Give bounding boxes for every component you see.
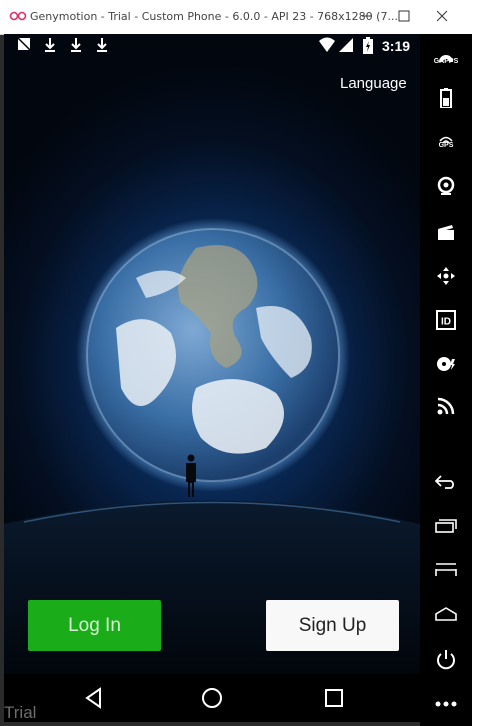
battery-icon <box>440 88 452 108</box>
wifi-icon <box>319 37 335 52</box>
network-button[interactable] <box>432 392 460 420</box>
gps-button[interactable] <box>432 126 460 154</box>
android-nav-bar <box>4 674 420 722</box>
status-clock: 3:19 <box>382 38 411 54</box>
more-icon <box>435 701 457 707</box>
disk-io-icon <box>437 357 455 371</box>
gapps-button[interactable] <box>432 42 460 70</box>
nav-home-button[interactable] <box>200 686 224 710</box>
phone-display: 3:19 Language Log In Sign Up <box>4 34 420 722</box>
remote-control-button[interactable] <box>432 262 460 290</box>
id-label: ID <box>441 317 451 328</box>
no-sim-icon <box>17 37 31 51</box>
gapps-label: GAPPS <box>433 58 459 65</box>
login-button[interactable]: Log In <box>28 600 161 651</box>
status-bar: 3:19 <box>4 34 420 58</box>
home-icon <box>435 607 457 621</box>
more-button[interactable] <box>432 690 460 718</box>
window-title: Genymotion - Trial - Custom Phone - 6.0.… <box>30 10 398 23</box>
trial-watermark: Trial <box>4 703 37 722</box>
capture-button[interactable] <box>432 218 460 246</box>
menu-icon <box>435 563 457 576</box>
close-button[interactable] <box>428 5 456 27</box>
power-button[interactable] <box>432 646 460 674</box>
maximize-button[interactable] <box>390 5 418 27</box>
camera-button[interactable] <box>432 172 460 200</box>
recent-apps-button[interactable] <box>432 512 460 540</box>
download-icon <box>71 38 81 52</box>
signup-button[interactable]: Sign Up <box>266 600 399 651</box>
home-button[interactable] <box>432 600 460 628</box>
download-icon <box>97 38 107 52</box>
gps-label: GPS <box>438 142 454 149</box>
minimize-button[interactable] <box>353 5 381 27</box>
genymotion-logo-icon <box>9 11 27 21</box>
recent-apps-icon <box>435 519 457 533</box>
capture-icon <box>438 225 454 240</box>
menu-button[interactable] <box>432 556 460 584</box>
earth-image <box>76 218 350 492</box>
language-link[interactable]: Language <box>340 75 407 92</box>
disk-io-button[interactable] <box>432 350 460 378</box>
person-silhouette <box>186 454 196 497</box>
remote-control-icon <box>437 267 455 285</box>
nav-recents-button[interactable] <box>322 686 346 710</box>
emulator-sidebar: GAPPS GPS ID <box>420 34 472 726</box>
window-titlebar: Genymotion - Trial - Custom Phone - 6.0.… <box>0 0 484 35</box>
nav-back-button[interactable] <box>82 686 106 710</box>
app-screen: 3:19 Language Log In Sign Up <box>4 34 420 674</box>
camera-icon <box>437 176 455 195</box>
back-button[interactable] <box>432 468 460 496</box>
back-icon <box>435 475 454 489</box>
battery-button[interactable] <box>432 84 460 112</box>
network-icon <box>437 397 455 415</box>
device-id-icon: ID <box>436 310 456 330</box>
device-id-button[interactable]: ID <box>432 306 460 334</box>
power-icon <box>437 650 455 670</box>
signal-icon <box>339 38 353 52</box>
window-border <box>472 34 484 726</box>
download-icon <box>45 38 55 52</box>
battery-charging-icon <box>363 37 373 54</box>
